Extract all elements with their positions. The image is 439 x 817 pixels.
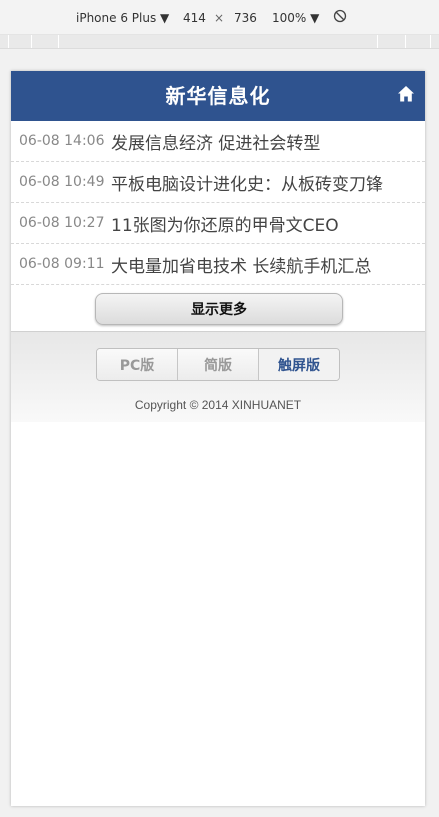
news-time: 06-08 09:11 — [19, 256, 105, 272]
news-title-link[interactable]: 平板电脑设计进化史：从板砖变刀锋 — [109, 170, 383, 195]
viewport-width-field[interactable]: 414 — [183, 10, 206, 26]
list-item[interactable]: 06-08 14:06 发展信息经济 促进社会转型 — [11, 121, 425, 162]
version-switch: PC版 简版 触屏版 — [96, 348, 340, 381]
device-select[interactable]: iPhone 6 Plus ▼ — [76, 10, 169, 26]
list-item[interactable]: 06-08 09:11 大电量加省电技术 长续航手机汇总 — [11, 244, 425, 285]
footer: PC版 简版 触屏版 Copyright © 2014 XINHUANET — [11, 331, 425, 422]
news-title-link[interactable]: 11张图为你还原的甲骨文CEO — [109, 211, 339, 236]
dimension-separator: × — [214, 11, 225, 25]
device-screen: 新华信息化 06-08 14:06 发展信息经济 促进社会转型 06-08 10… — [11, 71, 425, 806]
touch-version-tab[interactable]: 触屏版 — [259, 349, 339, 380]
news-time: 06-08 14:06 — [19, 133, 105, 149]
site-header: 新华信息化 — [11, 71, 425, 121]
home-icon[interactable] — [397, 85, 415, 103]
lite-version-tab[interactable]: 简版 — [178, 349, 259, 380]
rotate-icon[interactable] — [333, 9, 347, 23]
news-title-link[interactable]: 发展信息经济 促进社会转型 — [109, 129, 320, 154]
viewport-height-field[interactable]: 736 — [234, 10, 257, 26]
news-time: 06-08 10:27 — [19, 215, 105, 231]
site-title: 新华信息化 — [165, 84, 271, 108]
device-toolbar: iPhone 6 Plus ▼ 414 × 736 100% ▼ — [0, 0, 439, 35]
zoom-select[interactable]: 100% ▼ — [272, 10, 319, 26]
news-title-link[interactable]: 大电量加省电技术 长续航手机汇总 — [109, 252, 371, 277]
pc-version-tab[interactable]: PC版 — [97, 349, 178, 380]
list-item[interactable]: 06-08 10:49 平板电脑设计进化史：从板砖变刀锋 — [11, 162, 425, 203]
show-more-button[interactable]: 显示更多 — [95, 293, 343, 325]
news-list: 06-08 14:06 发展信息经济 促进社会转型 06-08 10:49 平板… — [11, 121, 425, 285]
news-time: 06-08 10:49 — [19, 174, 105, 190]
media-query-ruler — [0, 35, 439, 49]
copyright-text: Copyright © 2014 XINHUANET — [134, 398, 302, 412]
list-item[interactable]: 06-08 10:27 11张图为你还原的甲骨文CEO — [11, 203, 425, 244]
